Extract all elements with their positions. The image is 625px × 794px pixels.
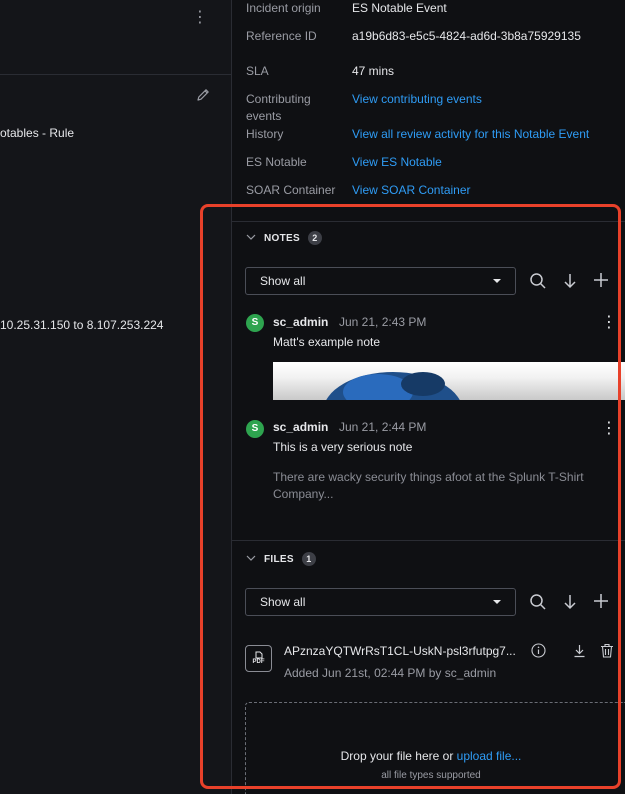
avatar: S [246, 314, 264, 332]
dropzone-subtext: all file types supported [381, 770, 481, 781]
search-icon[interactable] [529, 593, 547, 614]
sla-value: 47 mins [352, 64, 395, 78]
info-icon[interactable] [531, 643, 546, 661]
note-title: Matt's example note [273, 335, 381, 349]
view-soar-container-link[interactable]: View SOAR Container [352, 182, 471, 199]
note-more-options-icon[interactable]: ⋮ [601, 421, 617, 437]
notes-count-badge: 2 [307, 231, 322, 245]
note-more-options-icon[interactable]: ⋮ [601, 315, 617, 331]
note-author: sc_admin [273, 420, 329, 434]
download-icon[interactable] [573, 644, 586, 661]
left-pane: ⋮ otables - Rule 10.25.31.150 to 8.107.2… [0, 0, 231, 794]
file-dropzone[interactable]: Drop your file here or upload file... al… [245, 702, 625, 794]
file-meta: Added Jun 21st, 02:44 PM by sc_admin [284, 666, 497, 680]
history-label: History [246, 127, 284, 141]
notes-title: NOTES [264, 232, 300, 244]
note-timestamp: Jun 21, 2:43 PM [339, 315, 427, 329]
left-divider [0, 74, 231, 75]
note-title: This is a very serious note [273, 440, 413, 454]
section-divider [232, 221, 625, 222]
reference-id-value: a19b6d83-e5c5-4824-ad6d-3b8a75929135 [352, 29, 581, 43]
pdf-file-icon: PDF [245, 645, 272, 672]
files-filter-select[interactable]: Show all [245, 588, 516, 616]
note-author: sc_admin [273, 315, 329, 329]
chevron-down-icon[interactable] [246, 554, 256, 565]
plus-icon[interactable] [593, 272, 609, 291]
view-es-notable-link[interactable]: View ES Notable [352, 154, 442, 171]
chevron-down-icon[interactable] [246, 233, 256, 244]
files-section-header[interactable]: FILES 1 [246, 552, 316, 566]
es-notable-label: ES Notable [246, 155, 307, 169]
notes-section-header[interactable]: NOTES 2 [246, 231, 322, 245]
reference-id-label: Reference ID [246, 29, 317, 43]
incident-origin-value: ES Notable Event [352, 1, 447, 15]
more-options-icon[interactable]: ⋮ [192, 10, 208, 26]
upload-file-link[interactable]: upload file... [457, 749, 522, 763]
dropzone-label: Drop your file here or [340, 749, 457, 763]
note-timestamp: Jun 21, 2:44 PM [339, 420, 427, 434]
trash-icon[interactable] [600, 643, 614, 661]
caret-down-icon [493, 600, 501, 604]
dropzone-text: Drop your file here or upload file... [246, 749, 616, 763]
files-count-badge: 1 [301, 552, 316, 566]
view-contributing-events-link[interactable]: View contributing events [352, 91, 482, 108]
note-body: There are wacky security things afoot at… [273, 470, 584, 501]
ip-description-fragment: 10.25.31.150 to 8.107.253.224 [0, 318, 164, 332]
file-name[interactable]: APznzaYQTWrRsT1CL-UskN-psl3rfutpg7... [284, 644, 516, 658]
contributing-label-line2: events [246, 109, 282, 123]
notes-filter-value: Show all [260, 274, 306, 288]
files-filter-value: Show all [260, 595, 306, 609]
contributing-label-line1: Contributing [246, 92, 311, 106]
soar-container-label: SOAR Container [246, 183, 336, 197]
pencil-icon[interactable] [195, 87, 211, 106]
notes-filter-select[interactable]: Show all [245, 267, 516, 295]
view-review-activity-link[interactable]: View all review activity for this Notabl… [352, 126, 589, 143]
note-image-attachment[interactable] [273, 362, 625, 400]
arrow-down-icon[interactable] [562, 593, 578, 614]
section-divider [232, 540, 625, 541]
incident-origin-label: Incident origin [246, 1, 321, 15]
file-type-label: PDF [252, 659, 265, 665]
search-icon[interactable] [529, 272, 547, 293]
plus-icon[interactable] [593, 593, 609, 612]
files-title: FILES [264, 553, 294, 565]
rule-title-fragment: otables - Rule [0, 126, 75, 140]
sla-label: SLA [246, 64, 269, 78]
caret-down-icon [493, 279, 501, 283]
avatar: S [246, 420, 264, 438]
arrow-down-icon[interactable] [562, 272, 578, 293]
